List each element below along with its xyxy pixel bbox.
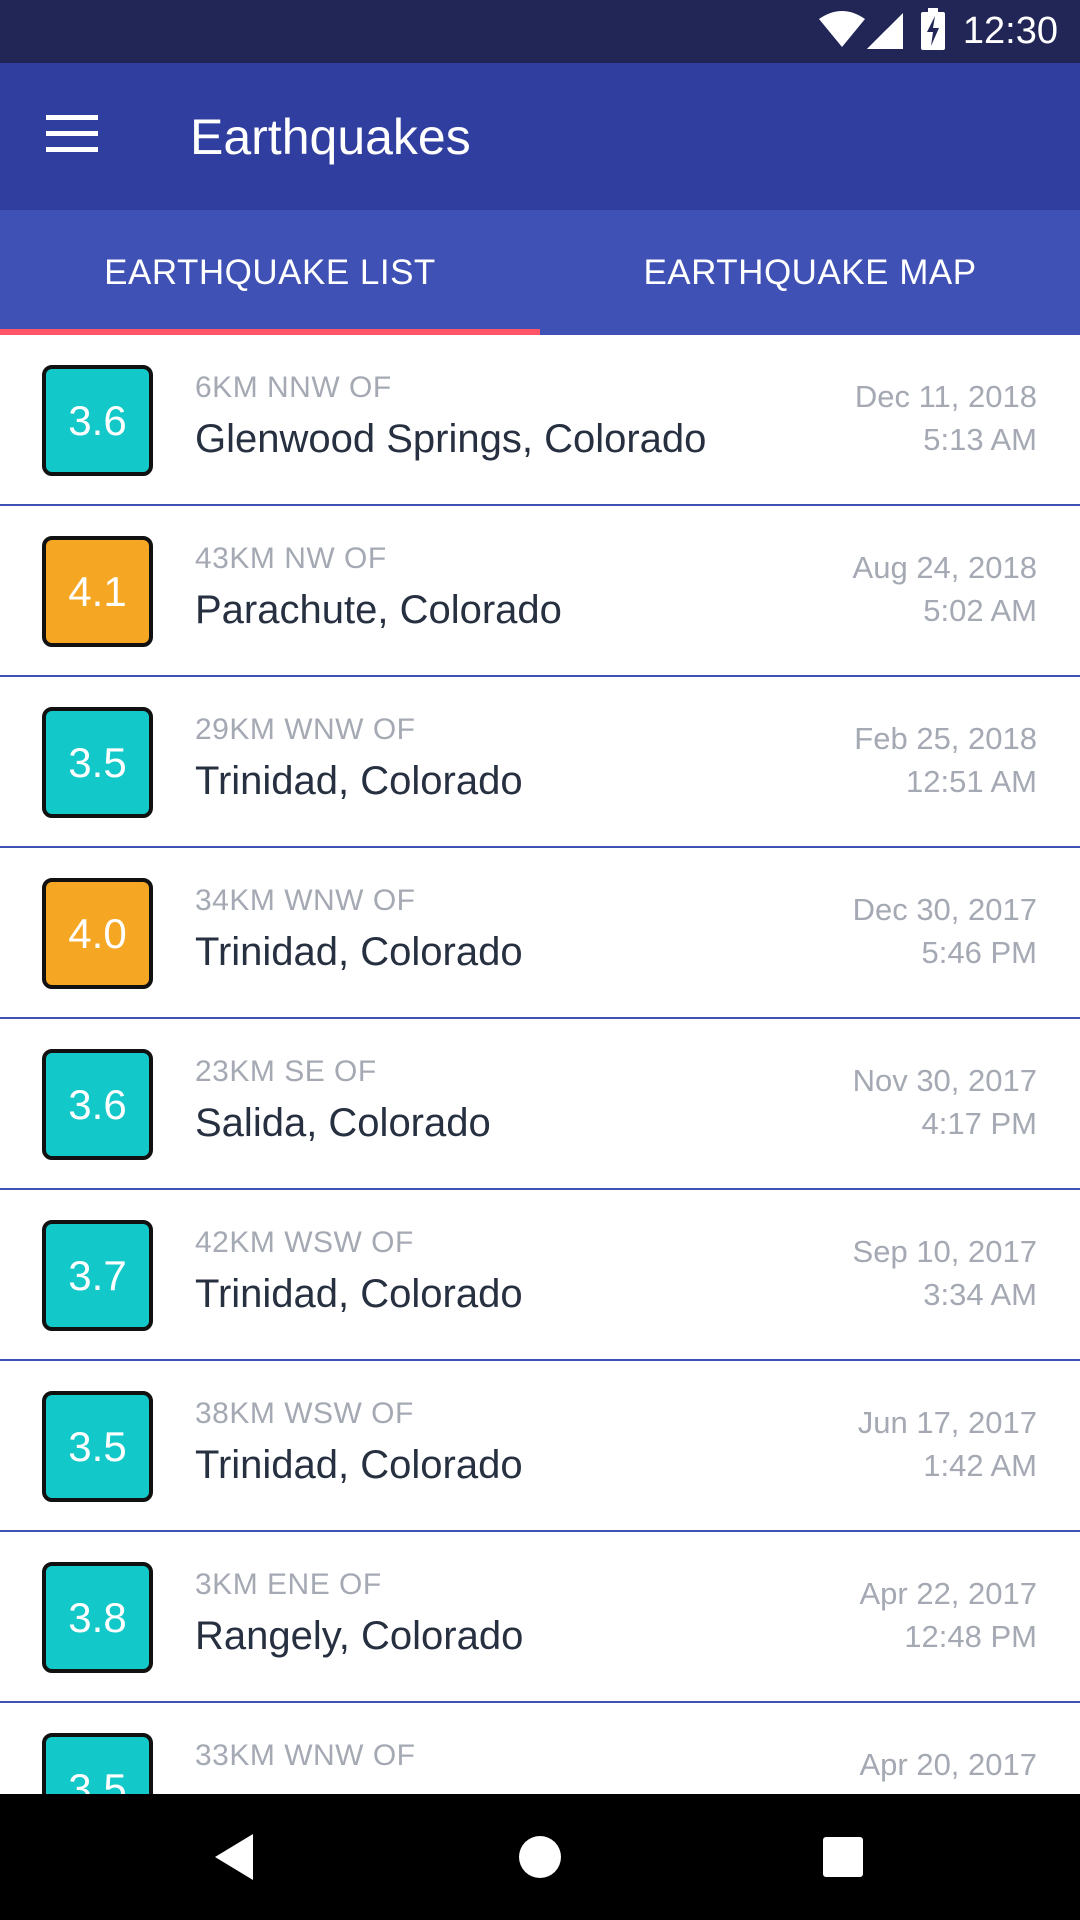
location-name: Rangely, Colorado	[195, 1614, 524, 1658]
wifi-icon	[818, 11, 865, 52]
list-item[interactable]: 3.5 38KM WSW OF Trinidad, Colorado Jun 1…	[0, 1361, 1080, 1532]
earthquake-list[interactable]: 3.6 6KM NNW OF Glenwood Springs, Colorad…	[0, 335, 1080, 1794]
tab-label: EARTHQUAKE LIST	[104, 252, 436, 292]
quake-date: Apr 22, 2017	[859, 1576, 1037, 1611]
magnitude-badge: 3.5	[42, 1733, 153, 1794]
list-item[interactable]: 3.8 3KM ENE OF Rangely, Colorado Apr 22,…	[0, 1532, 1080, 1703]
quake-date: Sep 10, 2017	[852, 1234, 1037, 1269]
magnitude-badge: 3.6	[42, 1049, 153, 1160]
tab-earthquake-map[interactable]: EARTHQUAKE MAP	[540, 210, 1080, 335]
list-item[interactable]: 3.7 42KM WSW OF Trinidad, Colorado Sep 1…	[0, 1190, 1080, 1361]
status-bar: 12:30	[0, 0, 1080, 63]
quake-date: Dec 30, 2017	[852, 892, 1037, 927]
back-button[interactable]	[200, 1824, 270, 1894]
cell-signal-icon	[866, 9, 907, 54]
location-offset: 34KM WNW OF	[195, 884, 416, 917]
location-name: Glenwood Springs, Colorado	[195, 417, 707, 461]
location-name: Salida, Colorado	[195, 1101, 491, 1145]
location-offset: 38KM WSW OF	[195, 1397, 414, 1430]
location-offset: 43KM NW OF	[195, 542, 387, 575]
quake-date: Jun 17, 2017	[857, 1405, 1037, 1440]
list-item[interactable]: 3.5 33KM WNW OF Apr 20, 2017	[0, 1703, 1080, 1794]
list-item[interactable]: 3.5 29KM WNW OF Trinidad, Colorado Feb 2…	[0, 677, 1080, 848]
status-icons: 12:30	[818, 0, 1058, 63]
quake-time: 5:02 AM	[923, 593, 1037, 628]
quake-date: Dec 11, 2018	[854, 379, 1037, 414]
page-title: Earthquakes	[190, 109, 471, 165]
tab-label: EARTHQUAKE MAP	[643, 252, 977, 292]
quake-time: 5:13 AM	[923, 422, 1037, 457]
quake-time: 3:34 AM	[923, 1277, 1037, 1312]
home-button[interactable]	[505, 1824, 575, 1894]
location-name: Trinidad, Colorado	[195, 1443, 523, 1487]
magnitude-badge: 3.7	[42, 1220, 153, 1331]
magnitude-badge: 3.5	[42, 1391, 153, 1502]
list-item[interactable]: 4.1 43KM NW OF Parachute, Colorado Aug 2…	[0, 506, 1080, 677]
location-offset: 42KM WSW OF	[195, 1226, 414, 1259]
menu-button[interactable]	[32, 101, 112, 171]
location-offset: 29KM WNW OF	[195, 713, 416, 746]
list-item[interactable]: 4.0 34KM WNW OF Trinidad, Colorado Dec 3…	[0, 848, 1080, 1019]
location-name: Parachute, Colorado	[195, 588, 562, 632]
magnitude-badge: 3.5	[42, 707, 153, 818]
quake-time: 5:46 PM	[921, 935, 1037, 970]
quake-time: 12:51 AM	[906, 764, 1037, 799]
location-offset: 33KM WNW OF	[195, 1739, 416, 1772]
list-item[interactable]: 3.6 23KM SE OF Salida, Colorado Nov 30, …	[0, 1019, 1080, 1190]
home-circle-icon	[518, 1835, 562, 1884]
recents-square-icon	[823, 1836, 863, 1882]
location-offset: 3KM ENE OF	[195, 1568, 382, 1601]
location-offset: 23KM SE OF	[195, 1055, 377, 1088]
magnitude-badge: 3.8	[42, 1562, 153, 1673]
quake-time: 4:17 PM	[921, 1106, 1037, 1141]
system-nav-bar	[0, 1794, 1080, 1920]
tab-earthquake-list[interactable]: EARTHQUAKE LIST	[0, 210, 540, 335]
hamburger-menu-icon	[46, 114, 98, 158]
location-name: Trinidad, Colorado	[195, 759, 523, 803]
location-name: Trinidad, Colorado	[195, 1272, 523, 1316]
back-triangle-icon	[215, 1833, 255, 1885]
quake-date: Nov 30, 2017	[852, 1063, 1037, 1098]
tab-bar: EARTHQUAKE LIST EARTHQUAKE MAP	[0, 210, 1080, 335]
recents-button[interactable]	[808, 1824, 878, 1894]
app-bar: Earthquakes	[0, 63, 1080, 210]
battery-charging-icon	[920, 8, 945, 55]
quake-date: Apr 20, 2017	[859, 1747, 1037, 1782]
location-offset: 6KM NNW OF	[195, 371, 392, 404]
location-name: Trinidad, Colorado	[195, 930, 523, 974]
magnitude-badge: 3.6	[42, 365, 153, 476]
magnitude-badge: 4.1	[42, 536, 153, 647]
quake-time: 1:42 AM	[923, 1448, 1037, 1483]
list-item[interactable]: 3.6 6KM NNW OF Glenwood Springs, Colorad…	[0, 335, 1080, 506]
quake-time: 12:48 PM	[904, 1619, 1037, 1654]
magnitude-badge: 4.0	[42, 878, 153, 989]
quake-date: Feb 25, 2018	[854, 721, 1037, 756]
clock: 12:30	[962, 10, 1058, 52]
quake-date: Aug 24, 2018	[852, 550, 1037, 585]
